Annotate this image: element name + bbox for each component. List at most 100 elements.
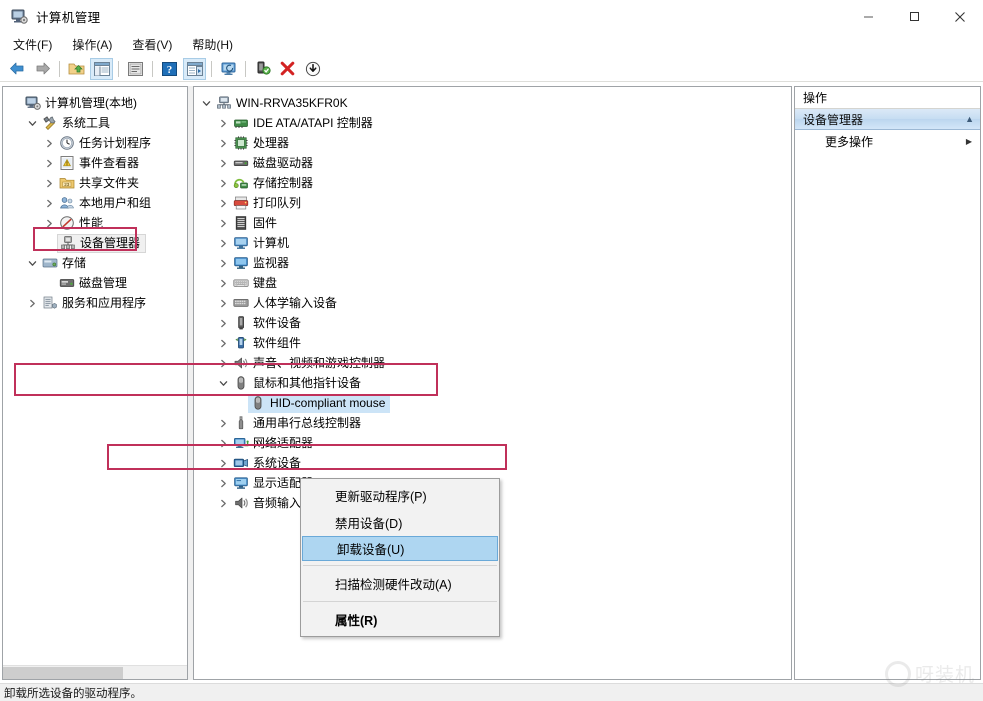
device-tree-item-row[interactable]: 打印队列 [194,193,791,213]
chevron-right-icon[interactable] [215,273,231,293]
chevron-right-icon[interactable] [215,193,231,213]
processor-icon [233,135,249,151]
scrollbar-thumb[interactable] [3,667,123,679]
chevron-right-icon[interactable] [215,333,231,353]
chevron-right-icon[interactable] [215,353,231,373]
chevron-right-icon[interactable] [215,473,231,493]
console-tree-item-row[interactable]: 本地用户和组 [3,193,187,213]
chevron-right-icon[interactable] [215,173,231,193]
device-tree-item-row[interactable]: 监视器 [194,253,791,273]
device-tree-item-row-content: 处理器 [231,134,294,153]
computer-icon [233,235,249,251]
device-tree-item-label: 声音、视频和游戏控制器 [253,356,386,370]
chevron-right-icon[interactable] [215,153,231,173]
console-tree-item-row[interactable]: 计算机管理(本地) [3,93,187,113]
device-tree-item-row[interactable]: 软件组件 [194,333,791,353]
device-tree-item-row[interactable]: 通用串行总线控制器 [194,413,791,433]
chevron-down-icon[interactable] [215,373,231,393]
chevron-right-icon[interactable] [215,253,231,273]
device-tree-item-row[interactable]: 声音、视频和游戏控制器 [194,353,791,373]
device-tree-item-row[interactable]: 系统设备 [194,453,791,473]
console-tree-pane[interactable]: 计算机管理(本地) 系统工具 任务计划程序 事件查看器 23 共享文件夹 本地用户和组 性能设… [2,86,188,680]
computer-management-window: 计算机管理 文件(F) 操作(A) 查看(V) 帮助(H) ? 计算机管理(本地… [0,0,983,701]
console-tree-item-row[interactable]: 性能 [3,213,187,233]
device-tree-item-row[interactable]: 人体学输入设备 [194,293,791,313]
chevron-down-icon[interactable] [198,93,214,113]
device-tree-item-row[interactable]: 鼠标和其他指针设备 [194,373,791,393]
device-tree-item-row[interactable]: 计算机 [194,233,791,253]
device-tree-item-row[interactable]: HID-compliant mouse [194,393,791,413]
chevron-right-icon[interactable] [215,213,231,233]
menu-action[interactable]: 操作(A) [65,34,119,55]
refresh-monitor-icon[interactable] [217,58,240,80]
console-tree-item-row[interactable]: 23 共享文件夹 [3,173,187,193]
actions-item-more-actions[interactable]: 更多操作 ▶ [795,130,980,152]
chevron-right-icon[interactable] [41,193,57,213]
actions-group-device-manager[interactable]: 设备管理器 ▲ [795,109,980,130]
scan-hardware-icon[interactable] [251,58,274,80]
context-menu-item[interactable]: 卸载设备(U) [302,536,498,561]
up-folder-icon[interactable] [65,58,88,80]
minimize-button[interactable] [845,0,891,33]
chevron-right-icon[interactable] [215,313,231,333]
console-tree-item-row[interactable]: 事件查看器 [3,153,187,173]
chevron-right-icon[interactable] [215,133,231,153]
chevron-down-icon[interactable] [24,253,40,273]
maximize-button[interactable] [891,0,937,33]
device-tree-item-row-content: 打印队列 [231,194,306,213]
device-tree-item-row[interactable]: 键盘 [194,273,791,293]
device-tree-item-row[interactable]: 处理器 [194,133,791,153]
chevron-right-icon[interactable] [215,233,231,253]
context-menu[interactable]: 更新驱动程序(P) 禁用设备(D) 卸载设备(U) 扫描检测硬件改动(A) 属性(R) [300,478,500,637]
console-tree-item-row[interactable]: 任务计划程序 [3,133,187,153]
chevron-right-icon[interactable] [41,133,57,153]
chevron-right-icon[interactable] [215,113,231,133]
chevron-right-icon[interactable] [215,433,231,453]
console-tree-item-row[interactable]: 存储 [3,253,187,273]
context-menu-item-label: 更新驱动程序(P) [335,490,427,504]
back-arrow-icon[interactable] [6,58,29,80]
chevron-up-icon[interactable]: ▲ [965,114,974,124]
device-tree-item-row[interactable]: WIN-RRVA35KFR0K [194,93,791,113]
device-tree-item-row[interactable]: 固件 [194,213,791,233]
properties-icon[interactable] [124,58,147,80]
device-tree-item-row[interactable]: 软件设备 [194,313,791,333]
context-menu-item[interactable]: 更新驱动程序(P) [301,482,499,509]
close-button[interactable] [937,0,983,33]
device-tree-item-row[interactable]: 存储控制器 [194,173,791,193]
show-hide-tree-icon[interactable] [90,57,113,80]
console-tree-item-row[interactable]: 设备管理器 [3,233,187,253]
storage-controller-icon [233,175,249,191]
chevron-right-icon[interactable] [215,293,231,313]
help-icon[interactable]: ? [158,58,181,80]
forward-arrow-icon[interactable] [31,58,54,80]
chevron-down-icon[interactable] [24,113,40,133]
context-menu-item[interactable]: 属性(R) [301,606,499,633]
device-tree-item-row[interactable]: 网络适配器 [194,433,791,453]
console-tree-item-row[interactable]: 磁盘管理 [3,273,187,293]
chevron-right-icon[interactable] [24,293,40,313]
export-list-icon[interactable] [183,57,206,80]
console-tree-item-row[interactable]: 服务和应用程序 [3,293,187,313]
chevron-right-icon[interactable] [41,213,57,233]
chevron-right-icon[interactable] [215,453,231,473]
console-tree-hscrollbar[interactable] [3,665,187,679]
uninstall-device-icon[interactable] [276,58,299,80]
update-driver-icon[interactable] [301,58,324,80]
mouse-icon [233,375,249,391]
console-tree-item-row[interactable]: 系统工具 [3,113,187,133]
menu-view[interactable]: 查看(V) [125,34,179,55]
context-menu-item[interactable]: 禁用设备(D) [301,509,499,536]
chevron-right-icon[interactable] [41,173,57,193]
device-tree-item-row[interactable]: IDE ATA/ATAPI 控制器 [194,113,791,133]
context-menu-item[interactable]: 扫描检测硬件改动(A) [301,570,499,597]
console-tree-item-row-content: 事件查看器 [57,154,144,173]
menu-file[interactable]: 文件(F) [6,34,59,55]
chevron-right-icon[interactable] [41,153,57,173]
device-tree-item-row-content: 软件设备 [231,314,306,333]
console-tree-item-row-content: 设备管理器 [57,233,147,253]
menu-help[interactable]: 帮助(H) [185,34,240,55]
chevron-right-icon[interactable] [215,493,231,513]
chevron-right-icon[interactable] [215,413,231,433]
device-tree-item-row[interactable]: 磁盘驱动器 [194,153,791,173]
